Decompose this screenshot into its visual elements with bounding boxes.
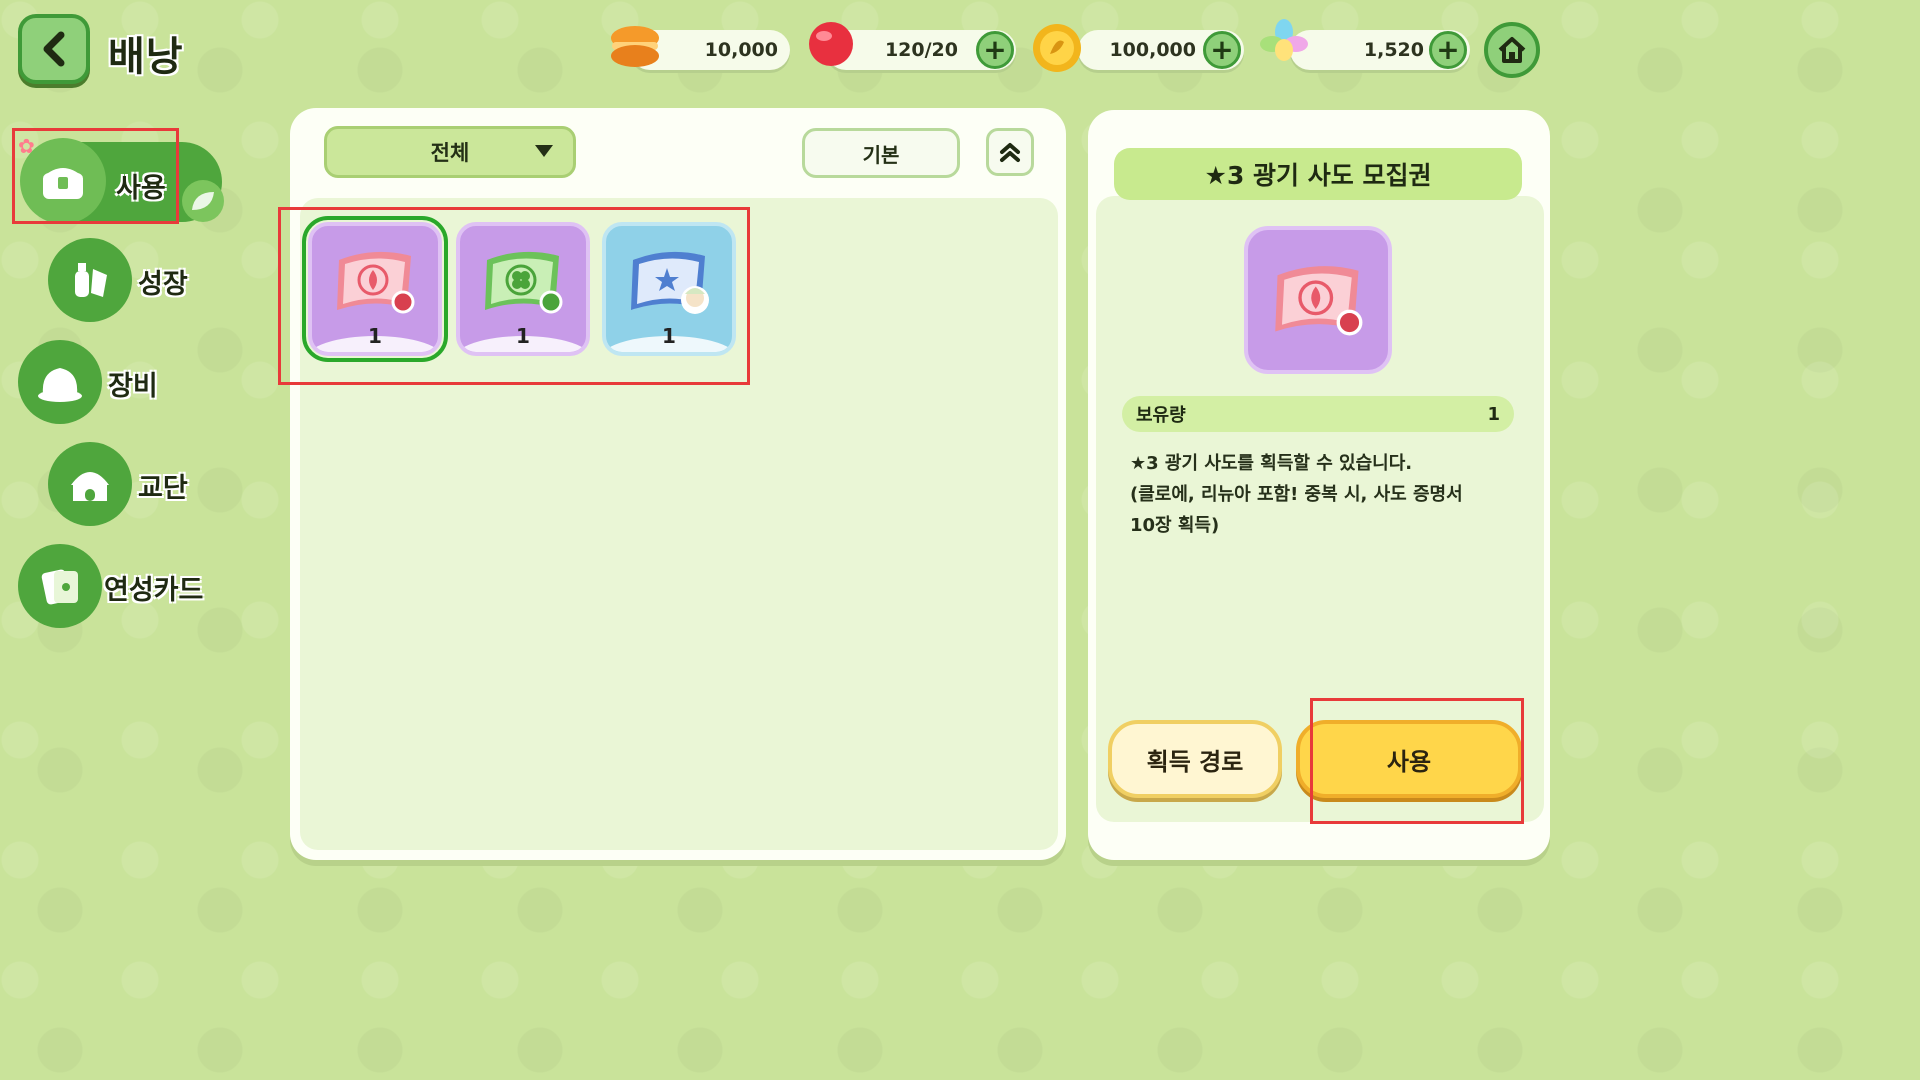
page-title: 배낭 [108,34,184,80]
currency-value: 120/20 [884,39,958,61]
add-red-candy-button[interactable]: + [976,31,1014,69]
highlight-frame-sidebar [12,128,179,224]
macaron-icon [608,24,662,68]
potion-icon [48,238,132,322]
chevron-left-icon [43,31,65,67]
currency-value: 10,000 [704,39,778,61]
filter-dropdown[interactable]: 전체 [324,126,576,178]
add-gold-coin-button[interactable]: + [1203,31,1241,69]
quantity-value: 1 [1487,403,1500,425]
highlight-frame-items [278,207,750,385]
filter-dropdown-label: 전체 [430,141,470,165]
red-candy-icon [804,20,858,70]
sidebar-item-equipment-label: 장비 [108,371,158,402]
detail-title: ★3 광기 사도 모집권 [1114,148,1522,200]
quantity-row: 보유량 1 [1122,396,1514,432]
sidebar-item-growth[interactable]: 성장 [48,238,218,324]
double-chevron-up-icon [1000,143,1020,162]
item-description: ★3 광기 사도를 획득할 수 있습니다. (클로에, 리뉴아 포함! 중복 시… [1130,448,1510,541]
currency-value: 100,000 [1109,39,1196,61]
sidebar-item-growth-label: 성장 [138,269,188,300]
acquisition-route-button[interactable]: 획득 경로 [1108,720,1282,798]
detail-item-image [1244,226,1392,374]
cards-icon [18,544,102,628]
description-line-1: ★3 광기 사도를 획득할 수 있습니다. [1130,453,1413,474]
temple-icon [48,442,132,526]
description-line-2: (클로에, 리뉴아 포함! 중복 시, 사도 증명서 [1130,484,1463,505]
hat-icon [18,340,102,424]
add-crystal-button[interactable]: + [1429,31,1467,69]
sidebar-item-order-label: 교단 [138,473,188,504]
fire-ticket-icon [1275,266,1363,336]
highlight-frame-use-button [1310,698,1524,824]
caret-down-icon [535,145,553,157]
sidebar-item-equipment[interactable]: 장비 [18,340,188,426]
gold-coin-icon [1030,22,1084,74]
sidebar-item-alchemy-cards[interactable]: 연성카드 [18,544,228,630]
leaf-icon [182,180,224,222]
sidebar-item-alchemy-cards-label: 연성카드 [104,575,204,606]
sort-button-label: 기본 [862,142,900,167]
description-line-3: 10장 획득) [1130,515,1220,536]
home-button[interactable] [1484,22,1540,78]
quantity-label: 보유량 [1136,405,1186,426]
acquisition-route-label: 획득 경로 [1146,747,1244,776]
detail-title-text: ★3 광기 사도 모집권 [1204,161,1432,190]
home-icon [1498,37,1526,63]
sort-button[interactable]: 기본 [802,128,960,178]
crystal-flower-icon [1256,18,1312,70]
currency-value: 1,520 [1363,39,1424,61]
collapse-button[interactable] [986,128,1034,176]
sidebar-item-order[interactable]: 교단 [48,442,218,528]
back-button[interactable] [18,14,90,84]
